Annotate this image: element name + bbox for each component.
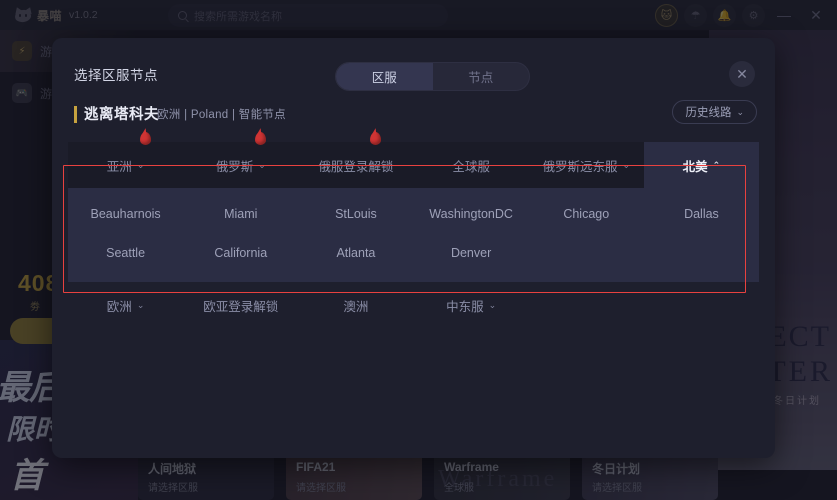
region-tab-label: 亚洲 [106,159,132,174]
server-item-dallas[interactable]: Dallas [644,194,759,233]
server-row: Seattle California Atlanta Denver [68,233,759,272]
dialog-title: 选择区服节点 [74,68,158,83]
game-subheader: 逃离塔科夫 欧洲 | Poland | 智能节点 历史线路 ⌄ [52,98,775,140]
chevron-down-icon: ⌄ [622,159,631,170]
server-item-washingtondc[interactable]: WashingtonDC [414,194,529,233]
current-route: 欧洲 | Poland | 智能节点 [157,109,286,121]
server-item-chicago[interactable]: Chicago [529,194,644,233]
server-item-california[interactable]: California [183,233,298,272]
region-tab-label: 北美 [682,159,708,174]
region-tab-asia[interactable]: 亚洲 ⌄ [68,132,183,188]
flame-icon [139,132,151,145]
region-tab-row-bottom: 欧洲 ⌄ 欧亚登录解锁 澳洲 中东服 ⌄ [68,282,759,328]
region-selection-panel: 亚洲 ⌄ 俄罗斯 ⌄ 俄服登录解锁 全球服 俄罗斯远东服 ⌄ 北美 ⌃ Beau… [68,132,760,425]
region-tab-russia-far-east[interactable]: 俄罗斯远东服 ⌄ [529,142,644,188]
region-tab-eurasia-login-unlock[interactable]: 欧亚登录解锁 [183,282,298,328]
server-item-miami[interactable]: Miami [183,194,298,233]
region-tab-label: 澳洲 [343,299,369,314]
server-item-stlouis[interactable]: StLouis [298,194,413,233]
flame-icon [254,132,266,145]
accent-bar [74,106,77,123]
region-tab-row-top: 亚洲 ⌄ 俄罗斯 ⌄ 俄服登录解锁 全球服 俄罗斯远东服 ⌄ 北美 ⌃ [68,132,760,188]
region-tab-label: 欧洲 [106,299,132,314]
region-tab-oceania[interactable]: 澳洲 [298,282,413,328]
region-tab-europe[interactable]: 欧洲 ⌄ [68,282,183,328]
region-tab-russia[interactable]: 俄罗斯 ⌄ [183,132,298,188]
tab-node[interactable]: 节点 [433,63,530,90]
server-item-empty [529,233,644,272]
region-tab-label: 全球服 [452,159,490,174]
region-tab-label: 俄罗斯远东服 [542,159,618,174]
server-list: Beauharnois Miami StLouis WashingtonDC C… [68,188,759,282]
region-node-dialog: 选择区服节点 区服 节点 ✕ 逃离塔科夫 欧洲 | Poland | 智能节点 … [52,38,775,458]
chevron-down-icon: ⌄ [258,159,266,170]
history-route-label: 历史线路 [685,107,732,119]
chevron-down-icon: ⌄ [136,159,145,170]
region-tab-label: 俄罗斯 [215,159,254,174]
region-tab-russia-login-unlock[interactable]: 俄服登录解锁 [298,132,413,188]
region-tab-global[interactable]: 全球服 [414,142,529,188]
chevron-up-icon: ⌃ [712,159,721,170]
server-item-seattle[interactable]: Seattle [68,233,183,272]
region-tab-spacer [529,282,644,328]
region-tab-north-america[interactable]: 北美 ⌃ [643,142,760,188]
region-tab-spacer [644,282,759,328]
close-icon[interactable]: ✕ [729,61,755,87]
server-row: Beauharnois Miami StLouis WashingtonDC C… [68,194,759,233]
dialog-header: 选择区服节点 区服 节点 ✕ [52,38,775,98]
server-item-denver[interactable]: Denver [414,233,529,272]
flame-icon [369,132,381,145]
tab-region[interactable]: 区服 [336,63,433,90]
server-item-atlanta[interactable]: Atlanta [298,233,413,272]
region-tab-middle-east[interactable]: 中东服 ⌄ [414,282,529,328]
region-tab-label: 俄服登录解锁 [318,159,394,174]
chevron-down-icon: ⌄ [136,299,145,310]
server-item-beauharnois[interactable]: Beauharnois [68,194,183,233]
chevron-down-icon: ⌄ [488,299,497,310]
server-item-empty [644,233,759,272]
region-tab-label: 中东服 [446,299,484,314]
game-title: 逃离塔科夫 [84,107,159,123]
region-tab-label: 欧亚登录解锁 [203,299,279,314]
history-route-button[interactable]: 历史线路 ⌄ [672,100,757,124]
chevron-down-icon: ⌄ [736,106,744,117]
mode-segmented-control: 区服 节点 [335,62,530,91]
